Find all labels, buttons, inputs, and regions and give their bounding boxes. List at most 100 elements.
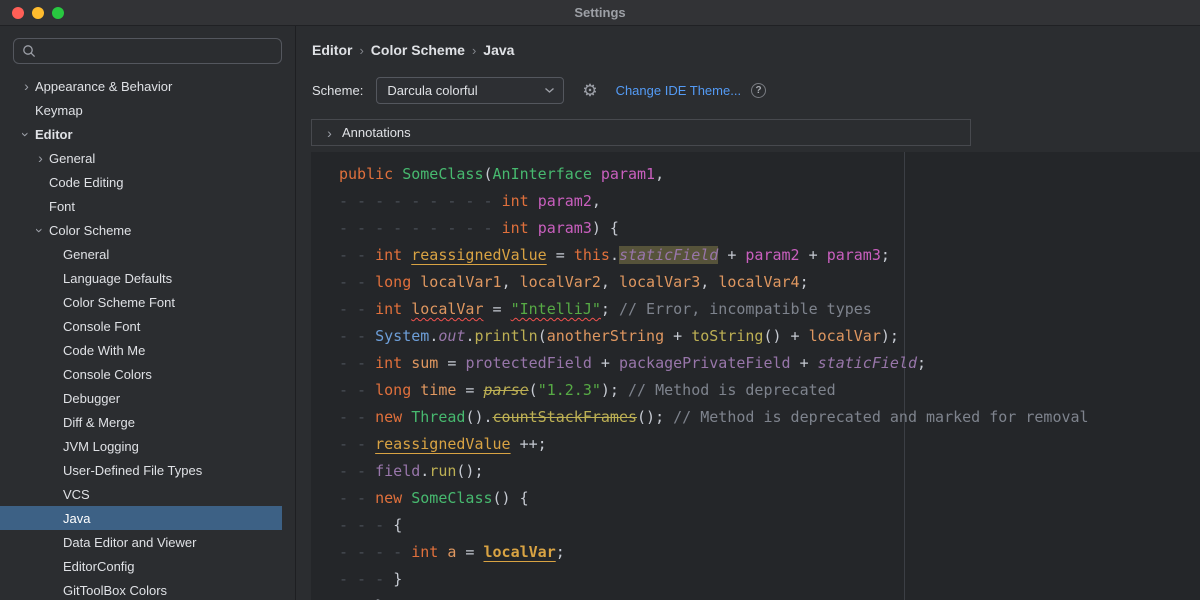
code-token: { [393,516,402,534]
window-titlebar: Settings [0,0,1200,26]
code-token: ( [484,165,493,183]
code-line: - - int reassignedValue = this.staticFie… [339,242,1089,269]
code-token: + [800,246,827,264]
sidebar-item-jvm-logging[interactable]: JVM Logging [0,434,282,458]
code-token: this [574,246,610,264]
breadcrumb-item[interactable]: Color Scheme [371,42,465,58]
code-token: new [375,489,411,507]
sidebar-item-editorconfig[interactable]: EditorConfig [0,554,282,578]
code-token: localVar3 [619,273,700,291]
code-token: param2 [745,246,799,264]
sidebar-item-general[interactable]: General [0,242,282,266]
sidebar-item-console-colors[interactable]: Console Colors [0,362,282,386]
chevron-spacer [46,462,63,479]
code-token: sum [411,354,438,372]
sidebar-item-editor[interactable]: ›Editor [0,122,282,146]
sidebar-item-diff-merge[interactable]: Diff & Merge [0,410,282,434]
sidebar-item-user-defined-file-types[interactable]: User-Defined File Types [0,458,282,482]
sidebar-item-vcs[interactable]: VCS [0,482,282,506]
code-token: // Error, incompatible types [619,300,872,318]
sidebar-item-label: Console Font [63,319,140,334]
sidebar-item-general[interactable]: ›General [0,146,282,170]
code-token: + [592,354,619,372]
sidebar-item-color-scheme-font[interactable]: Color Scheme Font [0,290,282,314]
window-title: Settings [574,5,625,20]
breadcrumb-item[interactable]: Editor [312,42,352,58]
sidebar-item-java[interactable]: Java [0,506,282,530]
code-line: - - new SomeClass() { [339,485,1089,512]
sidebar-item-keymap[interactable]: Keymap [0,98,282,122]
code-token: + [718,246,745,264]
gear-icon[interactable]: ⚙ [582,82,597,99]
sidebar-item-label: General [49,151,95,166]
code-token: localVar4 [718,273,799,291]
code-token: ( [529,381,538,399]
code-line: - - long localVar1, localVar2, localVar3… [339,269,1089,296]
breadcrumb-item[interactable]: Java [483,42,514,58]
code-token: packagePrivateField [619,354,791,372]
search-input[interactable] [42,43,273,60]
sidebar-item-data-editor-and-viewer[interactable]: Data Editor and Viewer [0,530,282,554]
options-panel: › Annotations [311,119,971,146]
sidebar-item-gittoolbox-colors[interactable]: GitToolBox Colors [0,578,282,600]
indent-whitespace: - - [339,300,375,318]
help-icon[interactable]: ? [751,83,766,98]
chevron-right-icon[interactable]: › [18,78,35,95]
code-token: ; [556,543,565,561]
chevron-right-icon[interactable]: › [32,150,49,167]
code-token: localVar [484,543,556,561]
sidebar-item-debugger[interactable]: Debugger [0,386,282,410]
indent-whitespace: - - [339,489,375,507]
code-token: int [375,300,411,318]
search-box [13,38,282,64]
chevron-right-icon[interactable]: › [321,124,338,141]
settings-tree: ›Appearance & BehaviorKeymap›Editor›Gene… [0,74,295,600]
breadcrumb-separator: › [472,43,476,58]
code-token: Thread [411,408,465,426]
code-line: - - - - - - - - - int param2, [339,188,1089,215]
code-token: int [502,219,538,237]
sidebar-item-label: User-Defined File Types [63,463,202,478]
sidebar-item-label: GitToolBox Colors [63,583,167,598]
sidebar-item-appearance-behavior[interactable]: ›Appearance & Behavior [0,74,282,98]
code-line: - - - { [339,512,1089,539]
zoom-button[interactable] [52,7,64,19]
chevron-down-icon[interactable]: › [18,126,35,143]
code-token: , [502,273,520,291]
code-editor[interactable]: public SomeClass(AnInterface param1,- - … [311,152,1200,600]
chevron-spacer [46,318,63,335]
sidebar-item-label: Color Scheme [49,223,131,238]
code-token: param3 [827,246,881,264]
sidebar-item-code-editing[interactable]: Code Editing [0,170,282,194]
chevron-down-icon[interactable]: › [32,222,49,239]
code-line: - - System.out.println(anotherString + t… [339,323,1089,350]
sidebar-item-code-with-me[interactable]: Code With Me [0,338,282,362]
sidebar-item-label: Color Scheme Font [63,295,175,310]
code-token: System [375,327,429,345]
sidebar-item-label: Editor [35,127,73,142]
sidebar-item-label: Appearance & Behavior [35,79,172,94]
code-token: } [393,570,402,588]
code-token: , [700,273,718,291]
chevron-spacer [46,294,63,311]
minimize-button[interactable] [32,7,44,19]
code-token: ) { [592,219,619,237]
sidebar-item-label: Data Editor and Viewer [63,535,196,550]
code-token: run [429,462,456,480]
indent-whitespace: - - [339,273,375,291]
sidebar-item-console-font[interactable]: Console Font [0,314,282,338]
options-row-annotations[interactable]: › Annotations [312,124,970,141]
indent-whitespace: - - - - - - - - - [339,192,502,210]
scheme-label: Scheme: [312,83,363,98]
sidebar-item-language-defaults[interactable]: Language Defaults [0,266,282,290]
chevron-spacer [46,366,63,383]
code-line: - - - } [339,566,1089,593]
code-token: "1.2.3" [538,381,601,399]
indent-whitespace: - - - - - - - - - [339,219,502,237]
sidebar-item-font[interactable]: Font [0,194,282,218]
close-button[interactable] [12,7,24,19]
sidebar-item-color-scheme[interactable]: ›Color Scheme [0,218,282,242]
scheme-select[interactable]: Darcula colorful [376,77,564,104]
code-token: // Method is deprecated and marked for r… [673,408,1088,426]
change-ide-theme-link[interactable]: Change IDE Theme... [616,83,742,98]
